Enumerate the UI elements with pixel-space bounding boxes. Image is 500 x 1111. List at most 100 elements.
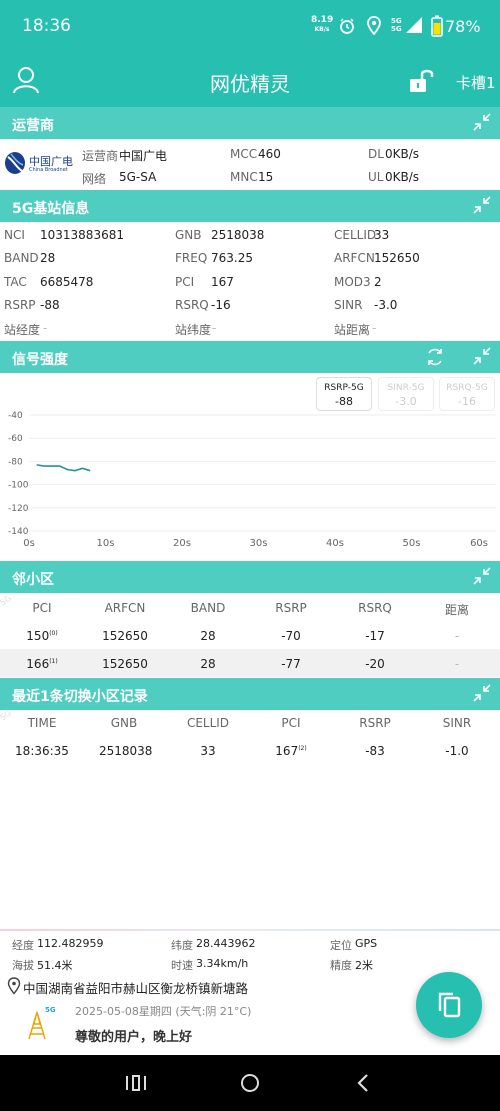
col-rsrp: RSRP [275,601,307,615]
collapse-icon[interactable] [470,681,494,705]
cell-pci: 167(2) [275,744,307,758]
refresh-icon[interactable] [423,345,447,369]
lon-value: 112.482959 [37,937,104,950]
recent-apps-icon[interactable] [125,1073,147,1093]
rsrp-value: -88 [40,298,60,312]
system-nav-bar [0,1055,500,1111]
band-value: 28 [40,251,56,265]
sim-5g-tags: 5G 5G [391,17,402,33]
arfcn-label: ARFCN [334,251,375,265]
col-band: BAND [190,601,226,615]
col-cellid: CELLID [186,716,230,730]
site-lon-value: - [43,321,48,335]
sim-slot-button[interactable]: 卡槽1 [456,72,496,93]
gnb-value: 2518038 [211,228,265,242]
cell-sinr: -1.0 [445,744,469,758]
sinr-label: SINR [334,298,363,312]
collapse-icon[interactable] [470,564,494,588]
cellid-value: 33 [374,228,390,242]
operator-section-title: 运营商 [12,118,54,134]
lat-value: 28.443962 [196,937,256,950]
handover-section-title: 最近1条切换小区记录 [12,689,148,705]
pos-label: 定位 [330,939,352,952]
operator-value: 中国广电 [119,149,168,163]
col-pci: PCI [281,716,301,730]
signal-section-header: 信号强度 [0,341,500,373]
cell-pci: 166(1) [26,657,58,671]
mod3-value: 2 [374,275,382,289]
operator-label: 运营商 [82,149,119,163]
cell-cellid: 33 [200,744,216,758]
collapse-icon[interactable] [470,110,494,134]
collapse-icon[interactable] [470,344,494,368]
rsrp-series-line [36,464,91,472]
y-tick-label: -80 [8,457,23,467]
cell-rsrp: -83 [365,744,385,758]
freq-value: 763.25 [211,251,253,265]
x-tick-label: 20s [173,538,191,549]
greeting: 尊敬的用户，晚上好 [75,1030,193,1045]
cell-rsrp: -70 [281,629,301,643]
collapse-icon[interactable] [470,193,494,217]
home-icon[interactable] [239,1072,261,1094]
band-label: BAND [4,251,39,265]
table-row[interactable]: 166(1) 152650 28 -77 -20 - [0,649,500,677]
cell-rsrq: -17 [365,629,385,643]
col-gnb: GNB [110,716,138,730]
col-time: TIME [27,716,57,730]
mod3-label: MOD3 [334,275,371,289]
y-tick-label: -120 [8,504,29,514]
col-arfcn: ARFCN [104,601,146,615]
location-icon [367,16,381,36]
pci-label: PCI [175,275,195,289]
alarm-icon [340,18,354,34]
gnb-label: GNB [175,228,202,242]
col-rsrp: RSRP [359,716,391,730]
x-tick-label: 60s [470,538,488,549]
bs5g-section-header: 5G基站信息 [0,190,500,222]
location-pin-icon [7,977,21,995]
network-value: 5G-SA [119,170,157,184]
mnc-label: MNC [230,170,258,184]
mnc-value: 15 [258,170,274,184]
dl-label: DL [368,147,384,161]
copy-fab-button[interactable] [416,972,482,1038]
col-sinr: SINR [442,716,472,730]
freq-label: FREQ [175,251,208,265]
table-row[interactable]: 18:36:35 2518038 33 167(2) -83 -1.0 [0,736,500,764]
signal-section-title: 信号强度 [12,352,68,368]
speed-value: 3.34km/h [196,957,249,970]
cell-rsrp: -77 [281,657,301,671]
neighbors-section-title: 邻小区 [12,572,54,588]
app-bar: 网优精灵 卡槽1 [0,55,500,107]
battery-percent: 78% [445,17,481,36]
battery-icon [431,15,443,37]
nci-label: NCI [4,228,25,242]
acc-label: 精度 [330,959,352,972]
cell-band: 28 [200,657,216,671]
neighbors-section-header: 邻小区 [0,561,500,593]
pci-value: 167 [211,275,234,289]
col-distance: 距离 [444,603,469,617]
cell-gnb: 2518038 [99,744,153,758]
site-lat-value: - [212,321,217,335]
x-tick-label: 0s [23,538,35,549]
x-tick-label: 40s [326,538,344,549]
tower-5g-tag: 5G [45,1006,56,1014]
date-weather: 2025-05-08星期四 (天气:阴 21°C) [75,1005,252,1018]
cell-arfcn: 152650 [102,657,148,671]
signal-chart: -40 -60 -80 -100 -120 -1400s 10s 20s 30s 40s 50s 60… [8,411,496,549]
alt-value: 51.4米 [37,959,73,972]
table-row[interactable]: 150(0) 152650 28 -70 -17 - [0,621,500,649]
back-icon[interactable] [353,1072,373,1094]
site-dist-value: - [372,321,377,335]
divider [0,929,500,931]
cell-time: 18:36:35 [15,744,69,758]
net-speed: 8.19 KB/s [311,15,334,33]
alt-label: 海拔 [12,959,34,972]
unlock-icon[interactable] [408,67,436,95]
site-lat-label: 站纬度 [175,323,212,337]
ul-label: UL [368,170,384,184]
nci-value: 10313883681 [40,228,124,242]
china-broadnet-logo [5,152,25,174]
